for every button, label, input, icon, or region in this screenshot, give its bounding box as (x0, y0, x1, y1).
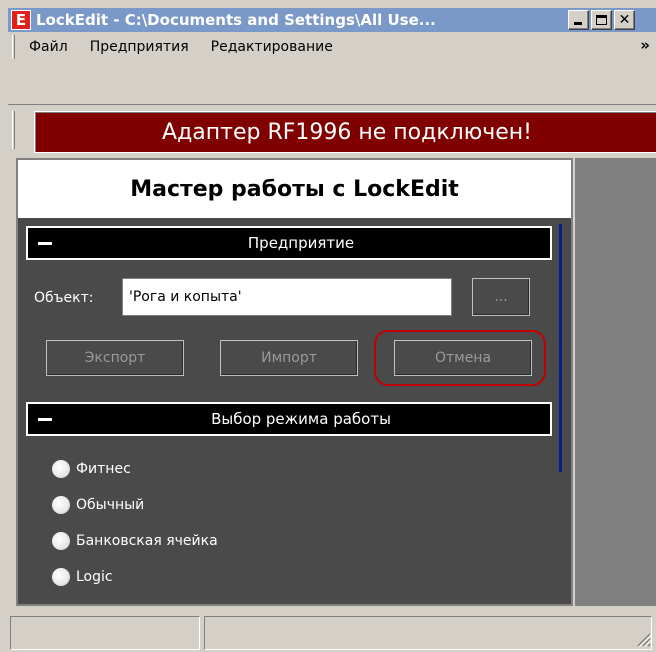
app-icon[interactable]: E (11, 10, 31, 30)
close-icon: ✕ (618, 12, 631, 28)
maximize-icon (596, 15, 607, 25)
radio-label: Банковская ячейка (76, 533, 218, 549)
collapse-icon[interactable] (38, 417, 52, 421)
radio-button-icon[interactable] (52, 532, 70, 550)
radio-button-icon[interactable] (52, 496, 70, 514)
export-button[interactable]: Экспорт (46, 340, 184, 376)
mode-section-title: Выбор режима работы (211, 410, 391, 428)
minimize-icon (574, 22, 582, 25)
radio-logic[interactable]: Logic (52, 568, 113, 586)
radio-fitness[interactable]: Фитнес (52, 460, 131, 478)
menu-overflow-icon[interactable]: » (640, 36, 650, 54)
maximize-button[interactable] (591, 10, 612, 30)
title-bar: E LockEdit - C:\Documents and Settings\A… (8, 8, 656, 32)
menu-file[interactable]: Файл (29, 39, 68, 55)
enterprise-section-title: Предприятие (247, 234, 355, 252)
import-button[interactable]: Импорт (220, 340, 358, 376)
radio-button-icon[interactable] (52, 460, 70, 478)
menu-enterprises[interactable]: Предприятия (90, 39, 189, 55)
radio-button-icon[interactable] (52, 568, 70, 586)
window-title: LockEdit - C:\Documents and Settings\All… (36, 11, 436, 29)
radio-label: Обычный (76, 497, 145, 513)
mode-section-header[interactable]: Выбор режима работы (26, 402, 552, 436)
wizard-panel: Мастер работы с LockEdit Предприятие Объ… (16, 158, 573, 606)
adapter-status-banner: Адаптер RF1996 не подключен! (34, 111, 656, 153)
cancel-highlight-annotation (374, 330, 546, 386)
close-button[interactable]: ✕ (614, 10, 635, 30)
radio-bank-cell[interactable]: Банковская ячейка (52, 532, 218, 550)
menu-grip[interactable] (12, 35, 15, 59)
status-cell-2 (204, 616, 652, 650)
minimize-button[interactable] (568, 10, 589, 30)
object-label: Объект: (34, 290, 94, 306)
toolbar-grip[interactable] (12, 111, 15, 149)
enterprise-section-header[interactable]: Предприятие (26, 226, 552, 260)
side-panel (575, 158, 656, 606)
object-field[interactable]: 'Рога и копыта' (122, 278, 452, 316)
menu-edit[interactable]: Редактирование (211, 39, 333, 55)
radio-normal[interactable]: Обычный (52, 496, 144, 514)
scrollbar[interactable] (559, 224, 562, 472)
resize-grip-icon[interactable] (634, 630, 652, 648)
status-bar (8, 614, 656, 652)
browse-button[interactable]: ... (472, 278, 530, 316)
collapse-icon[interactable] (38, 241, 52, 245)
wizard-title: Мастер работы с LockEdit (18, 160, 571, 218)
banner-toolbar: Адаптер RF1996 не подключен! (8, 104, 656, 154)
status-cell-1 (10, 616, 200, 650)
menu-bar: Файл Предприятия Редактирование » (8, 32, 656, 62)
radio-label: Logic (76, 569, 113, 585)
radio-label: Фитнес (76, 461, 131, 477)
